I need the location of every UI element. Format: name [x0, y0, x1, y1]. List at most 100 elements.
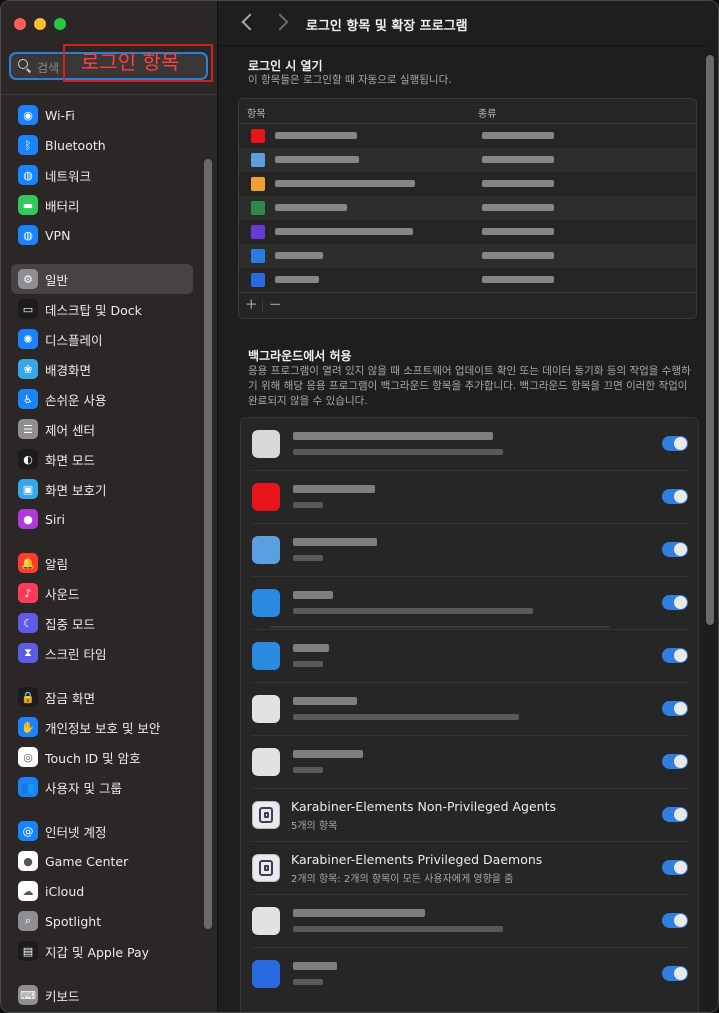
sidebar-item-wifi[interactable]: ◉ Wi-Fi [11, 100, 193, 130]
column-header-kind[interactable]: 종류 [478, 105, 496, 120]
background-item-toggle[interactable] [662, 807, 688, 822]
users-icon: 👥 [18, 777, 38, 797]
lock-icon: 🔒 [18, 687, 38, 707]
sidebar-item-dock[interactable]: ▭ 데스크탑 및 Dock [11, 294, 193, 324]
sidebar-item-screen-time[interactable]: ⧗ 스크린 타임 [11, 638, 193, 668]
background-item-toggle[interactable] [662, 648, 688, 663]
sidebar-item-control-center[interactable]: ☰ 제어 센터 [11, 414, 193, 444]
sidebar-item-label: Bluetooth [45, 137, 106, 153]
app-icon [251, 153, 265, 167]
sidebar-item-fingerprint[interactable]: ◎ Touch ID 및 암호 [11, 742, 193, 772]
sidebar-item-siri[interactable]: ● Siri [11, 504, 193, 534]
background-item-row[interactable] [241, 577, 698, 630]
sidebar-item-label: 화면 보호기 [45, 482, 107, 498]
sidebar-item-wallpaper[interactable]: ❀ 배경화면 [11, 354, 193, 384]
redacted-item-detail [293, 926, 503, 932]
app-icon [252, 483, 280, 511]
sidebar-scrollbar[interactable] [204, 159, 212, 929]
sidebar-item-gear[interactable]: ⚙ 일반 [11, 264, 193, 294]
background-item-toggle[interactable] [662, 595, 688, 610]
login-item-row[interactable] [239, 172, 696, 196]
login-item-row[interactable] [239, 220, 696, 244]
redacted-app-name [275, 228, 413, 235]
background-item-toggle[interactable] [662, 436, 688, 451]
sidebar-item-game-center[interactable]: ● Game Center [11, 846, 193, 876]
background-item-row[interactable]: Karabiner-Elements Privileged Daemons 2개의… [241, 842, 698, 895]
sidebar-item-wallet[interactable]: ▤ 지갑 및 Apple Pay [11, 936, 193, 966]
minimize-window-button[interactable] [34, 18, 46, 30]
login-item-row[interactable] [239, 148, 696, 172]
sidebar-item-vpn[interactable]: ◍ VPN [11, 220, 193, 250]
background-item-row[interactable] [241, 630, 698, 683]
sidebar-item-accessibility[interactable]: ♿ 손쉬운 사용 [11, 384, 193, 414]
back-chevron-icon[interactable] [241, 13, 259, 31]
login-item-row[interactable] [239, 244, 696, 268]
redacted-item-detail [293, 608, 533, 614]
background-item-toggle[interactable] [662, 966, 688, 981]
column-header-item[interactable]: 항목 [247, 105, 265, 120]
sidebar-item-network[interactable]: ◍ 네트워크 [11, 160, 193, 190]
background-item-row[interactable] [241, 471, 698, 524]
app-icon [251, 177, 265, 191]
background-item-toggle[interactable] [662, 913, 688, 928]
sidebar-item-icloud[interactable]: ☁ iCloud [11, 876, 193, 906]
forward-chevron-icon[interactable] [271, 13, 289, 31]
network-icon: ◍ [18, 165, 38, 185]
background-item-row[interactable] [241, 683, 698, 736]
sidebar-item-lock[interactable]: 🔒 잠금 화면 [11, 682, 193, 712]
background-item-row[interactable] [241, 736, 698, 789]
sidebar-item-appearance[interactable]: ◐ 화면 모드 [11, 444, 193, 474]
redacted-item-detail [293, 979, 323, 985]
sidebar-item-battery[interactable]: ▬ 배터리 [11, 190, 193, 220]
redacted-item-kind [482, 252, 554, 259]
close-window-button[interactable] [14, 18, 26, 30]
background-item-row[interactable] [241, 948, 698, 1001]
scrollbar-thumb[interactable] [706, 55, 714, 625]
login-item-row[interactable] [239, 268, 696, 292]
sidebar-item-label: iCloud [45, 883, 85, 899]
background-item-row[interactable] [241, 895, 698, 948]
redacted-item-detail [293, 714, 519, 720]
sidebar-item-display[interactable]: ✺ 디스플레이 [11, 324, 193, 354]
sidebar-item-focus[interactable]: ☾ 집중 모드 [11, 608, 193, 638]
redacted-item-detail [293, 502, 323, 508]
sidebar-item-users[interactable]: 👥 사용자 및 그룹 [11, 772, 193, 802]
sidebar-item-notifications[interactable]: 🔔 알림 [11, 548, 193, 578]
background-item-row[interactable]: Karabiner-Elements Non-Privileged Agents… [241, 789, 698, 842]
sidebar-item-at[interactable]: @ 인터넷 계정 [11, 816, 193, 846]
background-item-toggle[interactable] [662, 701, 688, 716]
remove-login-item-button[interactable]: − [269, 295, 282, 313]
app-icon [252, 960, 280, 988]
table-footer-divider [239, 292, 696, 293]
sidebar-item-keyboard[interactable]: ⌨ 키보드 [11, 980, 193, 1010]
login-section-subtitle: 이 항목들은 로그인할 때 자동으로 실행됩니다. [248, 74, 452, 86]
app-icon [252, 907, 280, 935]
background-item-toggle[interactable] [662, 860, 688, 875]
background-item-row[interactable] [241, 418, 698, 471]
search-query-highlight[interactable]: 로그인 항목 [63, 44, 213, 82]
background-item-toggle[interactable] [662, 754, 688, 769]
login-item-row[interactable] [239, 196, 696, 220]
sidebar-item-bluetooth[interactable]: ᛒ Bluetooth [11, 130, 193, 160]
background-item-row[interactable] [241, 524, 698, 577]
redacted-item-kind [482, 132, 554, 139]
sidebar-item-sound[interactable]: ♪ 사운드 [11, 578, 193, 608]
sidebar-item-privacy-hand[interactable]: ✋ 개인정보 보호 및 보안 [11, 712, 193, 742]
redacted-app-name [275, 180, 415, 187]
zoom-window-button[interactable] [54, 18, 66, 30]
add-login-item-button[interactable]: + [245, 295, 258, 313]
sidebar-item-label: 인터넷 계정 [45, 824, 107, 840]
login-items-table: 항목 종류 + − [238, 98, 697, 319]
main-scrollbar[interactable] [705, 45, 715, 1012]
appearance-icon: ◐ [18, 449, 38, 469]
login-item-row[interactable] [239, 124, 696, 148]
background-section-title: 백그라운드에서 허용 [248, 349, 352, 363]
background-item-toggle[interactable] [662, 489, 688, 504]
sidebar-item-spotlight[interactable]: ⌕ Spotlight [11, 906, 193, 936]
background-item-toggle[interactable] [662, 542, 688, 557]
spotlight-icon: ⌕ [18, 911, 38, 931]
sidebar-item-screensaver[interactable]: ▣ 화면 보호기 [11, 474, 193, 504]
